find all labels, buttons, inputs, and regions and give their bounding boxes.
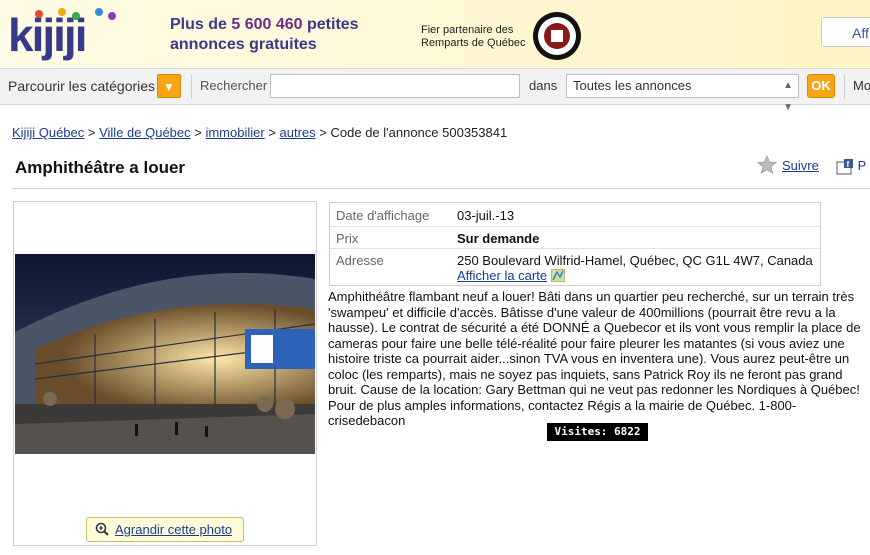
detail-value: 03-juil.-13 — [457, 208, 515, 223]
divider — [844, 75, 845, 99]
partner-text: Fier partenaire des Remparts de Québec — [421, 24, 526, 50]
chevron-down-icon: ▼ — [163, 80, 175, 94]
breadcrumb-link-kijiji-quebec[interactable]: Kijiji Québec — [12, 125, 84, 140]
scope-select[interactable]: Toutes les annonces ▲ ▼ — [566, 74, 799, 113]
enlarge-photo-label: Agrandir cette photo — [115, 522, 233, 537]
search-label: Rechercher — [200, 78, 268, 93]
zoom-icon — [95, 522, 109, 536]
breadcrumb-link-autres[interactable]: autres — [280, 125, 316, 140]
share-link[interactable]: f P — [836, 158, 870, 178]
detail-label: Prix — [336, 231, 359, 246]
breadcrumb: Kijiji Québec > Ville de Québec > immobi… — [12, 125, 508, 140]
breadcrumb-link-ville-de-quebec[interactable]: Ville de Québec — [99, 125, 191, 140]
star-icon[interactable] — [757, 155, 777, 175]
more-menu[interactable]: Mo — [853, 78, 870, 93]
enlarge-photo-button[interactable]: Agrandir cette photo — [86, 517, 244, 542]
detail-value: 250 Boulevard Wilfrid-Hamel, Québec, QC … — [457, 253, 817, 283]
svg-text:f: f — [847, 160, 850, 169]
site-header: kijiji Plus de 5 600 460 petites annonce… — [0, 0, 870, 68]
detail-row-address: Adresse 250 Boulevard Wilfrid-Hamel, Qué… — [330, 248, 820, 285]
search-input[interactable] — [270, 74, 520, 98]
chevron-down-icon: ▲ ▼ — [783, 80, 793, 113]
divider — [12, 188, 870, 189]
page-title: Amphithéâtre a louer — [15, 158, 186, 177]
divider — [191, 75, 192, 99]
listing-description: Amphithéâtre flambant neuf a louer! Bâti… — [328, 289, 861, 428]
kijiji-logo[interactable]: kijiji — [6, 4, 124, 62]
search-bar: Parcourir les catégories ▼ Rechercher da… — [0, 68, 870, 113]
address-value: 250 Boulevard Wilfrid-Hamel, Québec, QC … — [457, 253, 813, 268]
promo-line2: annonces gratuites — [170, 36, 317, 53]
promo-suffix: petites — [302, 16, 359, 33]
top-button[interactable]: Aff — [821, 17, 870, 47]
map-link[interactable]: Afficher la carte — [457, 268, 547, 283]
listing-photo[interactable] — [15, 254, 315, 454]
details-table: Date d'affichage 03-juil.-13 Prix Sur de… — [329, 202, 821, 286]
categories-dropdown-button[interactable]: ▼ — [157, 74, 181, 98]
detail-value: Sur demande — [457, 231, 540, 246]
breadcrumb-link-immobilier[interactable]: immobilier — [205, 125, 264, 140]
scope-label: dans — [529, 78, 558, 93]
map-icon[interactable] — [550, 268, 566, 283]
share-label: P — [857, 158, 867, 173]
partner-line1: Fier partenaire des — [421, 24, 514, 36]
detail-label: Adresse — [336, 253, 384, 268]
share-icon: f — [836, 158, 853, 175]
scope-value: Toutes les annonces — [573, 78, 692, 93]
promo-count: 5 600 460 — [231, 16, 303, 33]
detail-row-price: Prix Sur demande — [330, 226, 820, 249]
remparts-seal[interactable] — [524, 10, 590, 62]
breadcrumb-current: Code de l'annonce 500353841 — [330, 125, 508, 140]
detail-label: Date d'affichage — [336, 208, 430, 223]
categories-label[interactable]: Parcourir les catégories — [8, 78, 155, 94]
ok-button[interactable]: OK — [807, 74, 835, 98]
promo-prefix: Plus de — [170, 16, 232, 33]
partner-line2: Remparts de Québec — [421, 37, 526, 49]
detail-row-date: Date d'affichage 03-juil.-13 — [330, 203, 820, 227]
follow-link[interactable]: Suivre — [782, 158, 819, 173]
visit-counter: Visites: 6822 — [547, 423, 648, 441]
promo-text: Plus de 5 600 460 petites annonces gratu… — [170, 15, 359, 55]
